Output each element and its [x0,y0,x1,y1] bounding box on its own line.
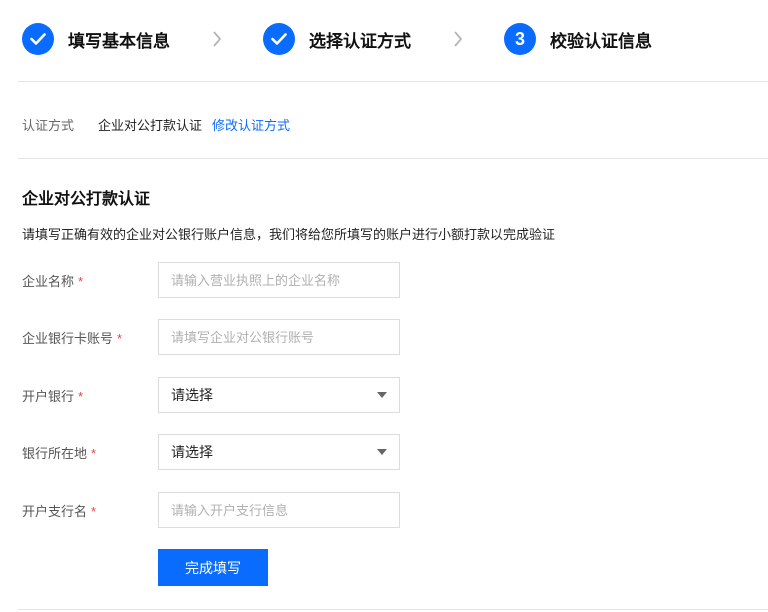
step-1-label: 填写基本信息 [68,31,170,51]
auth-method-label: 认证方式 [22,118,75,133]
caret-down-icon [377,449,387,455]
required-mark: * [91,445,97,461]
branch-name-row: 开户支行名 * [22,492,400,528]
chevron-right-icon [213,31,222,47]
bank-location-row: 银行所在地 * 请选择 [22,434,400,470]
step-2: 选择认证方式 [263,22,411,56]
required-mark: * [78,273,84,289]
auth-method-row: 认证方式 企业对公打款认证 修改认证方式 [22,115,290,134]
chevron-right-icon [454,31,463,47]
step-3-label: 校验认证信息 [550,31,652,51]
bank-location-select-value: 请选择 [171,444,213,460]
caret-down-icon [377,392,387,398]
required-mark: * [117,330,123,346]
bank-row: 开户银行 * 请选择 [22,377,400,413]
branch-name-label: 开户支行名 * [22,503,97,519]
section-title: 企业对公打款认证 [22,191,151,208]
step-2-check-icon [263,23,295,55]
step-1-check-icon [22,23,54,55]
bank-label: 开户银行 * [22,388,84,404]
bank-select[interactable]: 请选择 [158,377,400,413]
bank-location-select[interactable]: 请选择 [158,434,400,470]
step-2-label: 选择认证方式 [309,31,411,51]
company-name-input[interactable] [158,262,400,298]
step-3: 3 校验认证信息 [504,22,652,56]
bank-account-row: 企业银行卡账号 * [22,319,400,355]
divider [18,158,768,159]
auth-method-value: 企业对公打款认证 [98,118,203,133]
step-3-number: 3 [504,23,536,55]
company-name-row: 企业名称 * [22,262,400,298]
bank-account-input[interactable] [158,319,400,355]
section-description: 请填写正确有效的企业对公银行账户信息，我们将给您所填写的账户进行小额打款以完成验… [22,227,556,242]
bank-select-value: 请选择 [171,387,213,403]
divider [18,81,768,82]
company-name-label: 企业名称 * [22,273,84,289]
complete-button[interactable]: 完成填写 [158,549,268,586]
bank-location-label: 银行所在地 * [22,445,97,461]
required-mark: * [91,503,97,519]
divider [18,609,768,610]
required-mark: * [78,388,84,404]
branch-name-input[interactable] [158,492,400,528]
step-progress: 填写基本信息 选择认证方式 3 校验认证信息 [0,0,768,80]
step-1: 填写基本信息 [22,22,170,56]
bank-account-label: 企业银行卡账号 * [22,330,123,346]
change-method-link[interactable]: 修改认证方式 [212,115,290,134]
